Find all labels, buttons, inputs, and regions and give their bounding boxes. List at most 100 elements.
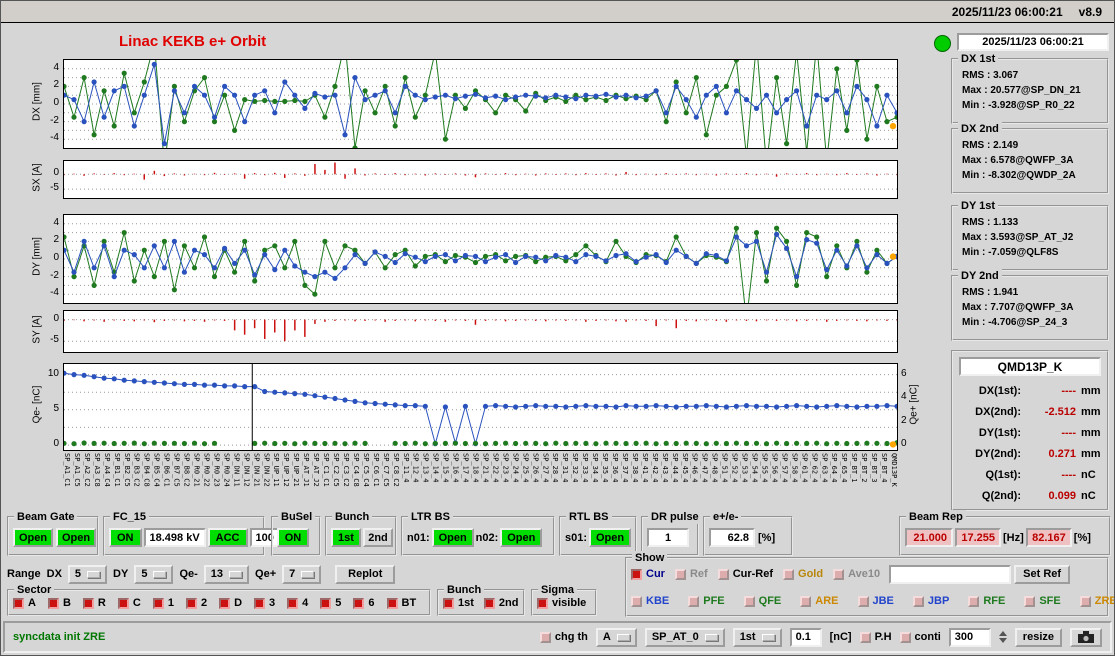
- show-toggle-qfe[interactable]: QFE: [743, 595, 781, 607]
- range-dx-select[interactable]: 5: [67, 564, 108, 584]
- bpm-select-value: SP_AT_0: [651, 631, 699, 643]
- chart-sx[interactable]: [63, 160, 898, 199]
- show-toggle-ave10[interactable]: Ave10: [833, 568, 880, 580]
- sector-toggle-a[interactable]: A: [13, 597, 36, 609]
- y-axis-label: Qe- [nC]: [31, 385, 43, 424]
- sector-toggle-bt[interactable]: BT: [386, 597, 416, 609]
- show-toggle-cur[interactable]: Cur: [631, 568, 665, 580]
- x-axis-label: SP_27_4: [541, 453, 550, 483]
- toggle-indicator: [386, 597, 398, 609]
- sector-toggle-4[interactable]: 4: [287, 597, 308, 609]
- show-toggle-are[interactable]: ARE: [800, 595, 839, 607]
- monitor-row-unit: mm: [1081, 384, 1101, 397]
- bunch-toggle-2nd[interactable]: 2nd: [483, 597, 518, 609]
- sector-toggle-c[interactable]: C: [117, 597, 141, 609]
- sector-toggle-b[interactable]: B: [47, 597, 71, 609]
- bunch-order-select[interactable]: 1st: [732, 627, 782, 647]
- show-toggle-kbe[interactable]: KBE: [631, 595, 669, 607]
- ltr-n02-open-button[interactable]: Open: [500, 528, 543, 547]
- monitor-row: DX(1st): ---- mm: [957, 380, 1103, 401]
- set-ref-button[interactable]: Set Ref: [1014, 564, 1071, 584]
- threshold-input[interactable]: [789, 627, 822, 647]
- monitor-row-value: 0.271: [1048, 447, 1076, 460]
- toggle-indicator: [254, 597, 266, 609]
- count-input[interactable]: [948, 627, 991, 647]
- show-toggle-zre[interactable]: ZRE: [1079, 595, 1115, 607]
- ltr-n01-open-button[interactable]: Open: [431, 528, 474, 547]
- ref-file-input[interactable]: [889, 564, 1012, 584]
- beam-gate-2-button[interactable]: Open: [56, 528, 96, 547]
- sector-toggle-3[interactable]: 3: [254, 597, 275, 609]
- x-axis-label: SP_55_4: [760, 453, 769, 483]
- toggle-indicator: [674, 568, 686, 580]
- monitor-row-label: Q(2nd):: [981, 489, 1021, 502]
- toggle-indicator: [717, 568, 729, 580]
- x-axis-label: SP_42_4: [650, 453, 659, 483]
- beam-gate-1-button[interactable]: Open: [13, 528, 53, 547]
- show-toggle-cur-ref[interactable]: Cur-Ref: [717, 568, 773, 580]
- x-axis-label: SP_R0_21: [192, 453, 201, 487]
- group-title: Beam Gate: [14, 510, 78, 524]
- sector-select-value: A: [602, 631, 611, 643]
- stat-min: Min : -3.928@SP_R0_22: [962, 100, 1075, 111]
- x-axis-label: SP_DN_12: [242, 453, 251, 487]
- y-axis-label: DY [mm]: [31, 237, 43, 276]
- spinner-down-icon[interactable]: [998, 638, 1007, 643]
- resize-button[interactable]: resize: [1014, 627, 1062, 647]
- range-dy-select[interactable]: 5: [134, 564, 174, 584]
- range-qe-minus-value: 13: [210, 568, 224, 580]
- chart-q[interactable]: [61, 363, 900, 451]
- show-toggle-pfe[interactable]: PFE: [688, 595, 725, 607]
- group-title: Bunch: [332, 510, 373, 524]
- spinner-up-icon[interactable]: [998, 631, 1007, 636]
- range-qe-minus-select[interactable]: 13: [203, 564, 250, 584]
- conti-toggle[interactable]: conti: [899, 631, 941, 643]
- show-toggle-rfe[interactable]: RFE: [968, 595, 1005, 607]
- fc15-acc-button[interactable]: ACC: [207, 528, 248, 547]
- chart-dy[interactable]: [61, 214, 900, 324]
- toggle-indicator: [152, 597, 164, 609]
- x-axis-label: SP_51_4: [720, 453, 729, 483]
- sector-toggle-5[interactable]: 5: [320, 597, 341, 609]
- x-axis-label: SP_35_4: [601, 453, 610, 483]
- chg-th-toggle[interactable]: chg th: [539, 631, 588, 643]
- show-toggle-ref[interactable]: Ref: [674, 568, 708, 580]
- show-toggle-gold[interactable]: Gold: [783, 568, 823, 580]
- monitor-row-label: DY(2nd):: [975, 447, 1021, 460]
- sector-toggle-d[interactable]: D: [219, 597, 242, 609]
- show-toggle-sfe[interactable]: SFE: [1024, 595, 1061, 607]
- busel-on-button[interactable]: ON: [277, 528, 309, 547]
- sector-toggle-2[interactable]: 2: [185, 597, 208, 609]
- bunch-toggle-1st[interactable]: 1st: [443, 597, 474, 609]
- sector-toggle-1[interactable]: 1: [152, 597, 174, 609]
- bpm-select[interactable]: SP_AT_0: [644, 627, 725, 647]
- screenshot-button[interactable]: [1070, 627, 1102, 647]
- show-toggle-jbe[interactable]: JBE: [857, 595, 894, 607]
- range-bar: Range DX 5 DY 5 Qe- 13 Qe+ 7 Replot: [7, 563, 396, 585]
- rtl-s01-open-button[interactable]: Open: [589, 528, 632, 547]
- sector-row: A B R C 1 2 D 3 4 5 6 BT: [13, 597, 416, 609]
- toggle-label: SFE: [1039, 595, 1061, 607]
- sector-select[interactable]: A: [595, 627, 637, 647]
- range-qe-plus-select[interactable]: 7: [282, 564, 322, 584]
- stat-group-title: DX 2nd: [958, 122, 1002, 136]
- toggle-label: ZRE: [1094, 595, 1115, 607]
- bunch-2nd-button[interactable]: 2nd: [363, 528, 393, 547]
- chart-dx[interactable]: [61, 39, 900, 169]
- count-spinner[interactable]: [998, 631, 1007, 643]
- replot-button[interactable]: Replot: [335, 564, 396, 584]
- x-axis-label: SP_62_4: [810, 453, 819, 483]
- bunch-1st-button[interactable]: 1st: [331, 528, 361, 547]
- toggle-indicator: [857, 595, 869, 607]
- toggle-label: 2: [200, 597, 208, 609]
- x-axis-label: SP_61_4: [800, 453, 809, 483]
- monitor-row-unit: nC: [1081, 468, 1096, 481]
- sigma-group: Sigma visible: [531, 583, 597, 616]
- fc15-on-button[interactable]: ON: [109, 528, 142, 547]
- sigma-toggle-visible[interactable]: visible: [537, 597, 586, 609]
- sector-toggle-6[interactable]: 6: [353, 597, 375, 609]
- chart-sy[interactable]: [63, 310, 898, 353]
- show-toggle-jbp[interactable]: JBP: [912, 595, 949, 607]
- ph-toggle[interactable]: P.H: [859, 631, 892, 643]
- sector-toggle-r[interactable]: R: [82, 597, 106, 609]
